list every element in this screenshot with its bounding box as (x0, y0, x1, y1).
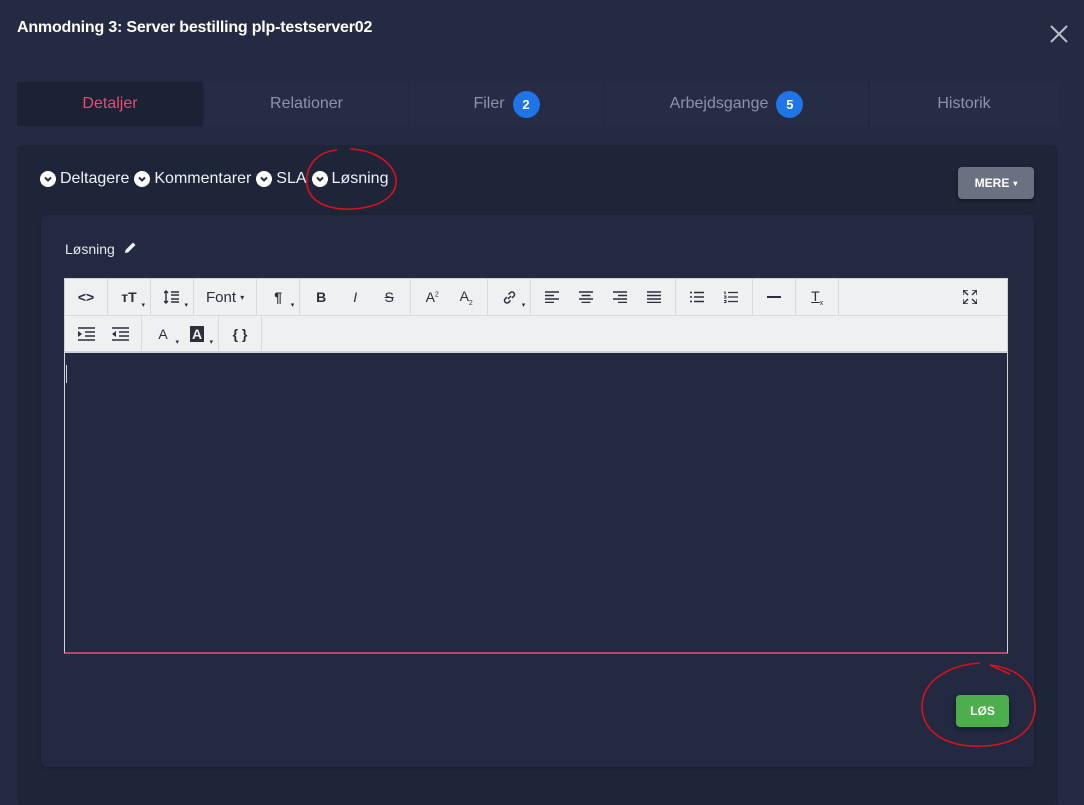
subscript-icon: A2 (459, 287, 473, 307)
align-left-icon (545, 291, 560, 303)
rich-text-editor[interactable] (64, 352, 1008, 654)
background-color-button[interactable]: A ▾ (180, 319, 214, 349)
paragraph-button[interactable]: ¶ ▾ (261, 282, 295, 312)
indent-button[interactable] (69, 319, 103, 349)
font-size-icon: ᴛT (121, 289, 137, 305)
section-label: Deltagere (60, 170, 130, 187)
section-toggle-losning[interactable]: Løsning (311, 170, 389, 188)
align-justify-icon (647, 291, 662, 303)
tab-relationer[interactable]: Relationer (205, 82, 408, 126)
section-toggle-deltagere[interactable]: Deltagere (40, 170, 129, 188)
section-toggles: Deltagere Kommentarer SLA Løsning (40, 170, 393, 188)
strikethrough-button[interactable]: S (372, 282, 406, 312)
editor-toolbar: <> ᴛT ▾ ▾ Font ▾ ¶ ▾ B I S A2 A2 ▾ Tx A … (64, 278, 1008, 352)
section-label: Kommentarer (154, 170, 252, 187)
tab-filer[interactable]: Filer 2 (410, 82, 603, 126)
modal-title: Anmodning 3: Server bestilling plp-tests… (17, 19, 373, 36)
caret-down-icon: ▾ (1013, 178, 1018, 188)
los-label: LØS (970, 704, 995, 718)
numbered-list-button[interactable] (714, 282, 748, 312)
numbered-list-icon (724, 291, 739, 303)
fullscreen-icon (963, 290, 977, 304)
outdent-button[interactable] (103, 319, 137, 349)
code-view-button[interactable]: <> (69, 282, 103, 312)
font-color-button[interactable]: A ▾ (146, 319, 180, 349)
count-badge: 5 (776, 90, 804, 118)
tab-label: Relationer (270, 95, 343, 112)
tab-arbejdsgange[interactable]: Arbejdsgange 5 (605, 82, 868, 126)
font-color-icon: A (158, 326, 168, 342)
align-center-icon (579, 291, 594, 303)
horizontal-rule-icon (767, 296, 782, 298)
outdent-icon (111, 327, 129, 341)
italic-icon: I (353, 289, 358, 305)
font-family-dropdown[interactable]: Font ▾ (198, 282, 252, 312)
tab-historik[interactable]: Historik (870, 82, 1058, 126)
align-justify-button[interactable] (637, 282, 671, 312)
superscript-icon: A2 (425, 289, 439, 305)
align-center-button[interactable] (569, 282, 603, 312)
font-dropdown-label: Font (206, 288, 237, 306)
mere-button[interactable]: MERE ▾ (958, 167, 1034, 199)
bold-button[interactable]: B (304, 282, 338, 312)
section-toggle-kommentarer[interactable]: Kommentarer (134, 170, 251, 188)
editor-label-text: Løsning (65, 241, 115, 257)
curly-braces-icon: { } (232, 326, 248, 342)
subscript-button[interactable]: A2 (449, 282, 483, 312)
link-button[interactable]: ▾ (492, 282, 526, 312)
chevron-down-icon (134, 171, 151, 187)
chevron-down-icon (256, 171, 273, 187)
bullet-list-icon (690, 291, 705, 303)
align-left-button[interactable] (535, 282, 569, 312)
clear-format-button[interactable]: Tx (800, 282, 834, 312)
section-toggle-sla[interactable]: SLA (256, 170, 307, 188)
count-badge: 2 (512, 90, 540, 118)
strikethrough-icon: S (384, 289, 394, 305)
horizontal-rule-button[interactable] (757, 282, 791, 312)
code-view-icon: <> (77, 289, 95, 305)
align-right-button[interactable] (603, 282, 637, 312)
link-icon (503, 290, 515, 304)
tab-bar: Detaljer Relationer Filer 2 Arbejdsgange… (17, 82, 1058, 126)
chevron-down-icon (311, 171, 328, 187)
bold-icon: B (316, 289, 327, 305)
italic-button[interactable]: I (338, 282, 372, 312)
paragraph-icon: ¶ (274, 289, 283, 305)
pencil-icon[interactable] (124, 241, 137, 257)
close-icon[interactable] (1047, 22, 1071, 46)
tab-detaljer[interactable]: Detaljer (17, 82, 203, 126)
line-height-icon (164, 290, 179, 304)
section-label: Løsning (331, 170, 389, 187)
superscript-button[interactable]: A2 (415, 282, 449, 312)
tab-label: Arbejdsgange (669, 95, 769, 112)
font-size-button[interactable]: ᴛT ▾ (112, 282, 146, 312)
background-color-icon: A (189, 326, 205, 342)
tab-label: Historik (937, 95, 991, 112)
align-right-icon (613, 291, 628, 303)
section-label: SLA (276, 170, 307, 187)
indent-icon (77, 327, 95, 341)
los-button[interactable]: LØS (956, 695, 1009, 727)
chevron-down-icon (40, 171, 56, 187)
clear-format-icon: Tx (811, 287, 824, 307)
caret-down-icon: ▾ (240, 292, 245, 302)
editor-label: Løsning (65, 241, 137, 257)
fullscreen-button[interactable] (953, 282, 987, 312)
template-variable-button[interactable]: { } (223, 319, 257, 349)
mere-label: MERE (974, 176, 1010, 190)
bullet-list-button[interactable] (680, 282, 714, 312)
tab-label: Detaljer (82, 95, 138, 112)
text-caret (66, 365, 67, 383)
tab-label: Filer (473, 95, 505, 112)
line-height-button[interactable]: ▾ (155, 282, 189, 312)
